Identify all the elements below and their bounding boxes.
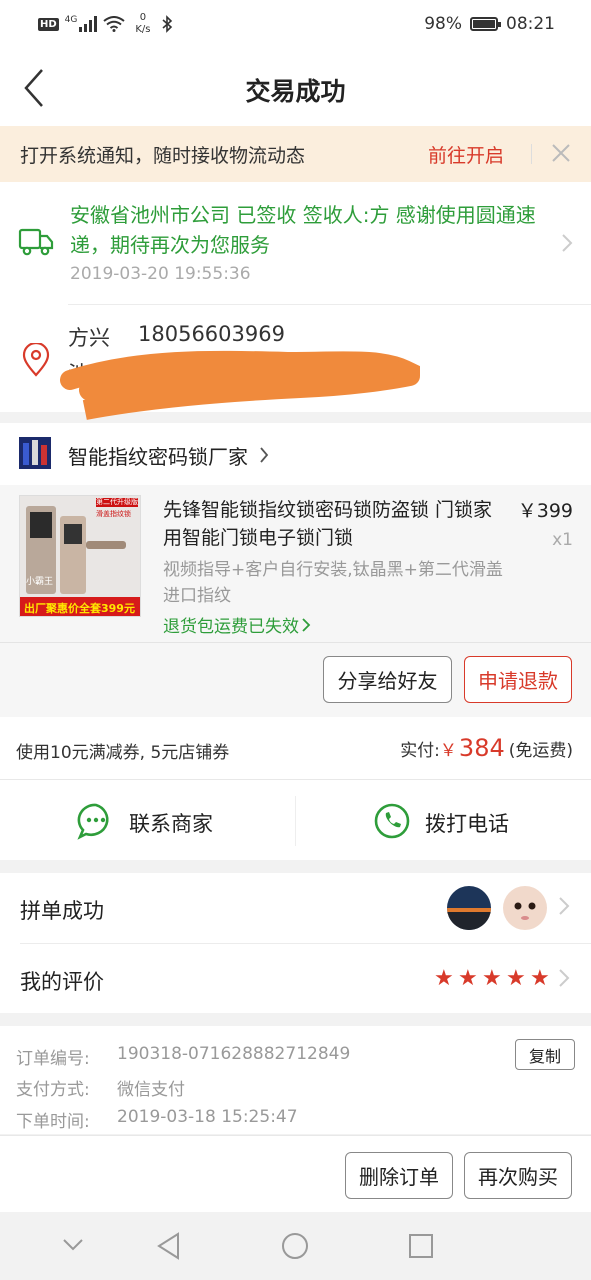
call-label: 拨打电话 (425, 812, 509, 836)
divider (0, 642, 591, 643)
system-nav-bar (0, 1212, 591, 1280)
coupon-info: 使用10元满减券, 5元店铺券 (16, 743, 230, 763)
product-quantity: x1 (552, 530, 573, 550)
network-type: 4G (64, 15, 78, 25)
notification-text: 打开系统通知，随时接收物流动态 (20, 145, 306, 167)
review-label: 我的评价 (20, 970, 104, 994)
divider (0, 779, 591, 780)
rebuy-button[interactable]: 再次购买 (464, 1152, 572, 1199)
order-time-label: 下单时间: (16, 1112, 90, 1132)
image-brand: 小霸王 (26, 577, 54, 587)
avatar (503, 886, 547, 930)
contact-merchant-label: 联系商家 (129, 812, 213, 836)
chevron-right-icon[interactable] (560, 232, 574, 254)
shop-name[interactable]: 智能指纹密码锁厂家 (68, 441, 248, 470)
group-buy-label: 拼单成功 (20, 899, 104, 923)
refund-button[interactable]: 申请退款 (464, 656, 572, 703)
hd-badge: HD (38, 17, 59, 31)
star-icon: ★ (482, 966, 502, 991)
truck-icon (18, 228, 54, 256)
logistics-status[interactable]: 安徽省池州市公司 已签收 签收人:方 感谢使用圆通速递，期待再次为您服务 (70, 200, 550, 260)
chevron-right-icon (559, 969, 570, 987)
paid-label: 实付: (400, 741, 440, 761)
nav-back-icon[interactable] (156, 1232, 182, 1260)
share-button[interactable]: 分享给好友 (323, 656, 452, 703)
clock: 08:21 (506, 14, 555, 34)
close-icon[interactable] (550, 142, 572, 164)
star-icon: ★ (506, 966, 526, 991)
net-speed-unit: K/s (135, 24, 151, 35)
divider (68, 304, 591, 305)
notice-divider (531, 144, 532, 164)
paid-amount: 实付: ￥ 384 (免运费) (400, 734, 573, 762)
policy-chevron-icon (302, 617, 311, 632)
order-time: 2019-03-18 15:25:47 (117, 1107, 298, 1127)
wifi-icon (103, 16, 125, 32)
return-policy[interactable]: 退货包运费已失效 (163, 612, 311, 637)
order-number: 190318-071628882712849 (117, 1044, 351, 1064)
contact-merchant-button[interactable]: 联系商家 (75, 800, 245, 842)
shop-chevron-icon[interactable] (258, 446, 270, 464)
star-icon: ★ (458, 966, 478, 991)
bluetooth-icon (161, 15, 172, 33)
image-caption: 滑盖指纹锁 (96, 510, 131, 518)
nav-home-icon[interactable] (281, 1232, 309, 1260)
chevron-right-icon (559, 897, 570, 915)
product-spec: 视频指导+客户自行安装,钛晶黑+第二代滑盖进口指纹 (163, 560, 503, 606)
product-image-badge: 第二代升级版 (96, 498, 138, 507)
enable-notification-link[interactable]: 前往开启 (428, 141, 504, 168)
shipping-note: (免运费) (508, 741, 573, 761)
contact-divider (295, 796, 296, 846)
battery-percent: 98% (424, 14, 462, 34)
pay-method: 微信支付 (117, 1080, 185, 1100)
image-promo: 出厂聚惠价全套399元 (24, 602, 135, 615)
avatar-sunset-image (447, 886, 491, 930)
avatar (447, 886, 491, 930)
product-image[interactable]: 第二代升级版 滑盖指纹锁 小霸王 出厂聚惠价全套399元 (19, 495, 141, 617)
nav-recents-icon[interactable] (408, 1233, 434, 1259)
status-bar: HD 4G 0 K/s 98% 08:21 (0, 0, 591, 52)
badge-text: 第二代升级版 (96, 498, 138, 506)
star-icon: ★ (530, 966, 550, 991)
logistics-time: 2019-03-20 19:55:36 (70, 264, 251, 284)
hide-keyboard-icon[interactable] (62, 1238, 84, 1252)
copy-button[interactable]: 复制 (515, 1039, 575, 1070)
page-title: 交易成功 (245, 77, 346, 106)
product-price: ￥399 (517, 500, 573, 522)
location-pin-icon (22, 343, 50, 377)
net-speed-value: 0 (139, 12, 147, 23)
phone-icon (374, 803, 410, 839)
avatar-baby-image (503, 886, 547, 930)
net-speed: 0 K/s (135, 12, 150, 36)
call-button[interactable]: 拨打电话 (371, 800, 541, 842)
return-policy-text: 退货包运费已失效 (163, 617, 299, 637)
order-number-label: 订单编号: (16, 1049, 90, 1069)
pay-method-label: 支付方式: (16, 1080, 90, 1100)
notification-banner: 打开系统通知，随时接收物流动态 前往开启 (0, 126, 591, 182)
battery-icon (470, 17, 501, 31)
delete-order-button[interactable]: 删除订单 (345, 1152, 453, 1199)
nav-bar: 交易成功 (0, 52, 591, 126)
paid-currency: ￥ (439, 741, 457, 761)
star-icon: ★ (434, 966, 454, 991)
paid-value: 384 (458, 734, 505, 762)
signal-icon (79, 16, 98, 32)
shop-logo[interactable] (19, 437, 51, 469)
status-left: HD 4G 0 K/s (38, 12, 173, 36)
battery-fill (473, 20, 495, 28)
chat-icon (77, 803, 109, 840)
status-right: 98% 08:21 (424, 14, 555, 34)
product-title[interactable]: 先锋智能锁指纹锁密码锁防盗锁 门锁家用智能门锁电子锁门锁 (163, 496, 508, 552)
redaction-scribble (60, 350, 420, 420)
